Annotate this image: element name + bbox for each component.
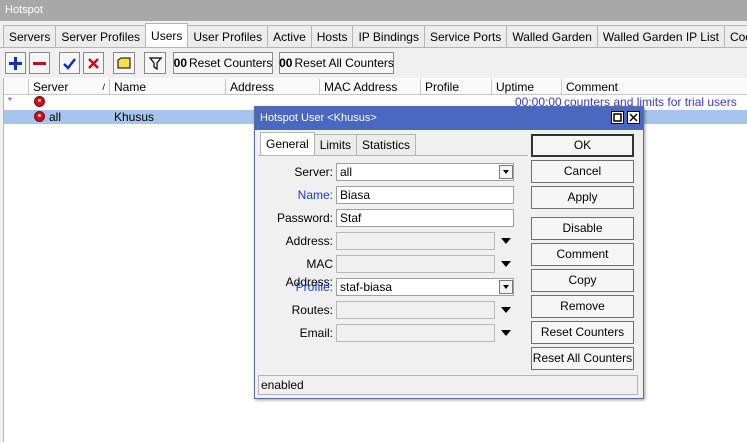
server-dropdown-button[interactable]: [499, 165, 513, 179]
status-bar: enabled: [258, 375, 638, 395]
reset-all-counters-button[interactable]: 00 Reset All Counters: [279, 52, 394, 74]
add-button[interactable]: [5, 52, 26, 74]
note-icon: [117, 57, 131, 69]
comment-button[interactable]: [113, 52, 135, 74]
filter-button[interactable]: [144, 52, 166, 74]
reset-counters-button[interactable]: 00 Reset Counters: [173, 52, 273, 74]
server-value: all: [49, 110, 62, 124]
disable-user-button[interactable]: Disable: [531, 217, 634, 240]
chevron-down-icon: [503, 170, 509, 174]
reset-all-counters-label: Reset All Counters: [294, 56, 394, 70]
address-expand-icon[interactable]: [501, 238, 511, 244]
routes-label: Routes:: [291, 303, 333, 317]
tab-hosts[interactable]: Hosts: [310, 25, 354, 47]
reset-counters-dialog-button[interactable]: Reset Counters: [531, 321, 634, 344]
close-icon: [629, 113, 638, 122]
maximize-button[interactable]: [611, 111, 624, 124]
profile-select[interactable]: staf-biasa: [336, 278, 514, 296]
column-profile[interactable]: Profile: [421, 79, 492, 95]
reset-counters-label: Reset Counters: [189, 56, 273, 70]
enable-button[interactable]: [59, 52, 80, 74]
tab-walled-garden-ip-list[interactable]: Walled Garden IP List: [596, 25, 725, 47]
cancel-button[interactable]: Cancel: [531, 160, 634, 183]
counter-icon: 00: [279, 56, 293, 70]
minus-icon: [33, 61, 46, 65]
close-button[interactable]: [627, 111, 640, 124]
reset-all-counters-dialog-button[interactable]: Reset All Counters: [531, 347, 634, 370]
counter-icon: 00: [173, 56, 187, 70]
x-icon: [88, 57, 99, 69]
server-label: Server:: [294, 165, 333, 179]
check-icon: [63, 57, 76, 70]
profile-dropdown-button[interactable]: [499, 280, 513, 294]
password-label: Password:: [276, 211, 333, 225]
routes-field[interactable]: [336, 301, 495, 319]
tab-walled-garden[interactable]: Walled Garden: [506, 25, 598, 47]
name-label: Name:: [297, 188, 333, 202]
server-select[interactable]: all: [336, 163, 514, 181]
ok-button[interactable]: OK: [531, 134, 634, 157]
tab-general[interactable]: General: [260, 132, 315, 155]
address-field[interactable]: [336, 232, 495, 250]
email-field[interactable]: [336, 324, 495, 342]
tab-statistics[interactable]: Statistics: [356, 134, 417, 155]
tab-limits[interactable]: Limits: [313, 134, 358, 155]
disable-button[interactable]: [83, 52, 104, 74]
user-icon: [34, 96, 45, 110]
plus-icon: [9, 56, 22, 70]
tab-service-ports[interactable]: Service Ports: [423, 25, 508, 47]
name-value: Khusus: [114, 110, 155, 124]
email-expand-icon[interactable]: [501, 330, 511, 336]
chevron-down-icon: [503, 285, 509, 289]
row-marker: *: [8, 96, 12, 107]
tab-server-profiles[interactable]: Server Profiles: [55, 25, 147, 47]
profile-label: Profile:: [295, 280, 333, 294]
column-uptime[interactable]: Uptime: [492, 79, 562, 95]
dialog-tabs: General Limits Statistics: [260, 132, 417, 155]
column-comment[interactable]: Comment: [562, 79, 747, 95]
routes-expand-icon[interactable]: [501, 307, 511, 313]
apply-button[interactable]: Apply: [531, 186, 634, 209]
column-name[interactable]: Name: [110, 79, 226, 95]
sort-icon: /: [102, 82, 105, 92]
table-header: Server / Name Address MAC Address Profil…: [4, 79, 747, 95]
dialog-title: Hotspot User <Khusus>: [255, 107, 643, 130]
tab-cookies[interactable]: Cookies: [723, 25, 747, 47]
main-tabs: Servers Server Profiles Users User Profi…: [3, 23, 747, 47]
filter-icon: [148, 56, 162, 70]
password-field[interactable]: Staf: [336, 209, 514, 227]
window-title: Hotspot: [0, 0, 747, 21]
comment-user-button[interactable]: Comment: [531, 243, 634, 266]
address-label: Address:: [285, 234, 333, 248]
copy-button[interactable]: Copy: [531, 269, 634, 292]
column-address[interactable]: Address: [226, 79, 320, 95]
tab-servers[interactable]: Servers: [3, 25, 57, 47]
mac-address-expand-icon[interactable]: [501, 261, 511, 267]
tab-active[interactable]: Active: [267, 25, 312, 47]
hotspot-user-dialog: Hotspot User <Khusus> General Limits Sta…: [254, 106, 644, 399]
mac-address-field[interactable]: [336, 255, 495, 273]
column-server-label: Server: [33, 80, 69, 94]
tab-ip-bindings[interactable]: IP Bindings: [352, 25, 425, 47]
remove-user-button[interactable]: Remove: [531, 295, 634, 318]
column-marker[interactable]: [4, 79, 29, 95]
tab-users[interactable]: Users: [145, 23, 189, 47]
column-server[interactable]: Server /: [29, 79, 110, 95]
email-label: Email:: [299, 326, 333, 340]
maximize-icon: [613, 113, 622, 122]
name-field[interactable]: Biasa: [336, 186, 514, 204]
remove-button[interactable]: [29, 52, 50, 74]
column-mac-address[interactable]: MAC Address: [320, 79, 421, 95]
user-icon: [34, 111, 45, 125]
mac-address-label: MAC Address:: [285, 257, 333, 289]
tab-user-profiles[interactable]: User Profiles: [187, 25, 269, 47]
